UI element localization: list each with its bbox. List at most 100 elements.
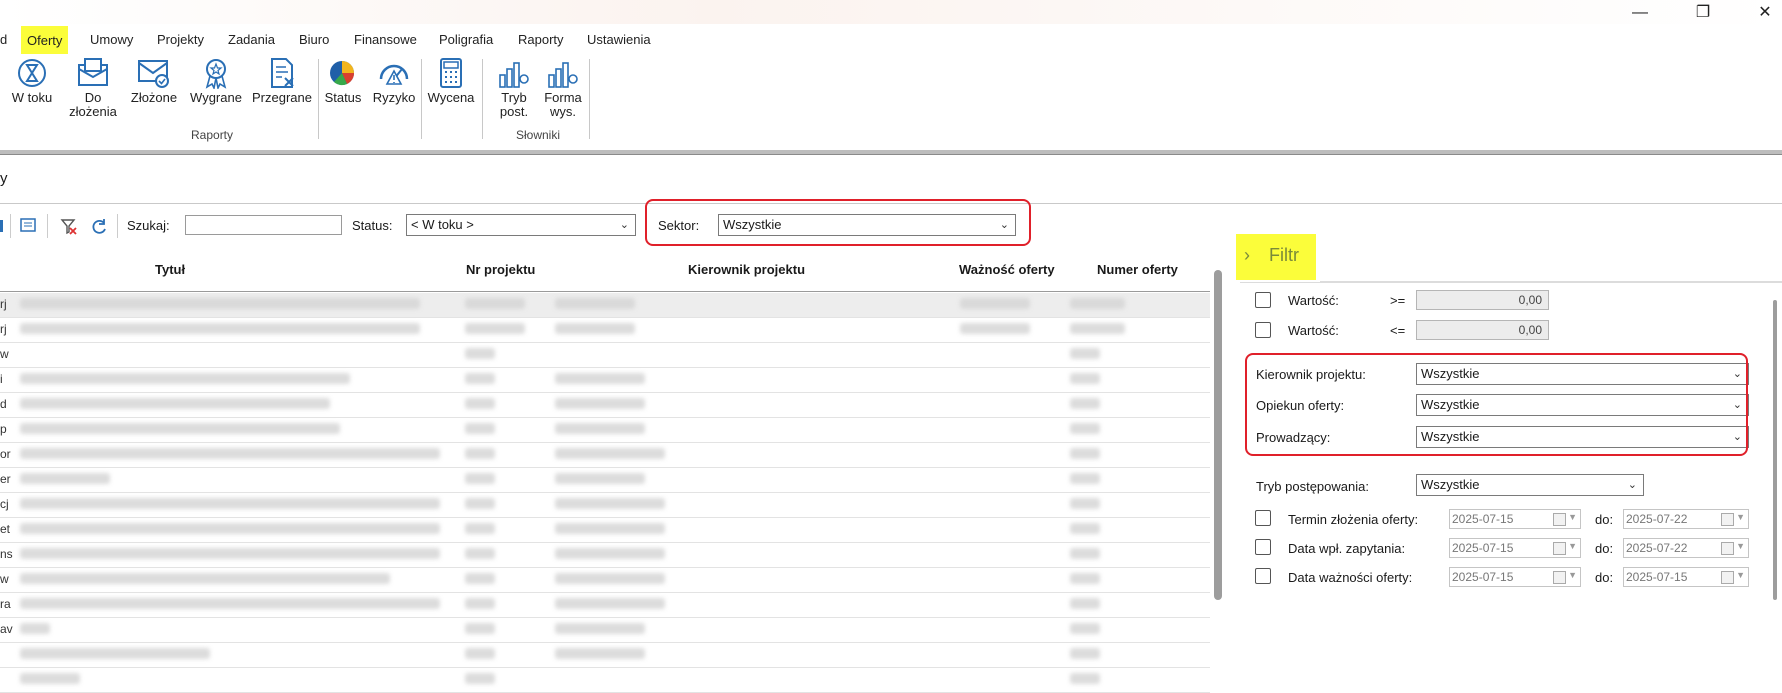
chevron-down-icon: ⌄ xyxy=(619,219,629,231)
status-label: Status: xyxy=(352,218,393,233)
chevron-down-icon: ▼ xyxy=(1736,541,1745,551)
menu-item-finansowe[interactable]: Finansowe xyxy=(354,30,417,50)
wartosc-max-input[interactable]: 0,00 xyxy=(1416,320,1549,340)
wartosc-min-checkbox[interactable] xyxy=(1255,292,1271,308)
table-cell-prefix: d xyxy=(0,397,7,411)
refresh-icon[interactable] xyxy=(90,218,108,236)
table-row[interactable]: p xyxy=(0,418,1210,443)
chevron-down-icon: ▼ xyxy=(1568,570,1577,580)
clear-filter-icon[interactable] xyxy=(60,218,78,236)
filter-header[interactable]: › Filtr xyxy=(1236,234,1316,280)
table-cell-redacted xyxy=(555,548,665,559)
data-waz-from-date[interactable]: 2025-07-15 ▼ xyxy=(1449,567,1581,587)
table-row[interactable]: or xyxy=(0,443,1210,468)
table-cell-prefix: rj xyxy=(0,297,7,311)
export-icon[interactable] xyxy=(20,218,38,234)
table-cell-redacted xyxy=(1070,498,1100,509)
termin-from-date[interactable]: 2025-07-15 ▼ xyxy=(1449,509,1581,529)
le-label: <= xyxy=(1390,323,1406,338)
menu-item-partial[interactable]: d xyxy=(0,30,7,50)
table-row[interactable]: d xyxy=(0,393,1210,418)
wartosc-min-input[interactable]: 0,00 xyxy=(1416,290,1549,310)
close-button[interactable]: ✕ xyxy=(1750,2,1780,24)
table-row[interactable]: et xyxy=(0,518,1210,543)
termin-checkbox[interactable] xyxy=(1255,510,1271,526)
table-row[interactable] xyxy=(0,668,1210,693)
przegrane-button[interactable]: Przegrane xyxy=(251,57,313,105)
maximize-button[interactable]: ❐ xyxy=(1688,2,1718,24)
menu-item-poligrafia[interactable]: Poligrafia xyxy=(439,30,493,50)
data-wpl-checkbox[interactable] xyxy=(1255,539,1271,555)
column-header-numer-oferty[interactable]: Numer oferty xyxy=(1097,262,1178,277)
table-cell-redacted xyxy=(20,523,440,534)
document-x-icon xyxy=(271,58,294,88)
toolbar-separator xyxy=(117,214,118,238)
grid-icon[interactable] xyxy=(0,218,4,234)
wycena-button[interactable]: Wycena xyxy=(426,57,476,105)
table-row[interactable]: er xyxy=(0,468,1210,493)
table-cell-redacted xyxy=(20,373,350,384)
menu-item-raporty[interactable]: Raporty xyxy=(518,30,564,50)
table-row[interactable] xyxy=(0,643,1210,668)
data-waz-to-date[interactable]: 2025-07-15 ▼ xyxy=(1623,567,1749,587)
w-toku-button[interactable]: W toku xyxy=(10,57,54,105)
table-cell-redacted xyxy=(1070,673,1100,684)
table-row[interactable]: w xyxy=(0,568,1210,593)
table-cell-redacted xyxy=(465,473,495,484)
wartosc-max-checkbox[interactable] xyxy=(1255,322,1271,338)
data-waznosci-checkbox[interactable] xyxy=(1255,568,1271,584)
column-header-nr-projektu[interactable]: Nr projektu xyxy=(466,262,535,277)
termin-to-date[interactable]: 2025-07-22 ▼ xyxy=(1623,509,1749,529)
tryb-select[interactable]: Wszystkie ⌄ xyxy=(1416,474,1644,496)
menu-item-ustawienia[interactable]: Ustawienia xyxy=(587,30,651,50)
column-header-kierownik[interactable]: Kierownik projektu xyxy=(688,262,805,277)
table-cell-redacted xyxy=(1070,573,1100,584)
column-header-tytul[interactable]: Tytuł xyxy=(155,262,185,277)
table-cell-redacted xyxy=(555,623,645,634)
table-cell-prefix: w xyxy=(0,572,9,586)
data-wpl-from-date[interactable]: 2025-07-15 ▼ xyxy=(1449,538,1581,558)
filter-scrollbar[interactable] xyxy=(1773,300,1777,600)
menu-item-projekty[interactable]: Projekty xyxy=(157,30,204,50)
table-cell-redacted xyxy=(465,423,495,434)
status-button[interactable]: Status xyxy=(322,57,364,105)
table-row[interactable]: rj xyxy=(0,318,1210,343)
table-cell-redacted xyxy=(465,598,495,609)
zlozone-button[interactable]: Złożone xyxy=(129,57,179,105)
do-zlozenia-button[interactable]: Do złożenia xyxy=(68,57,118,119)
menu-item-oferty[interactable]: Oferty xyxy=(21,26,69,54)
wygrane-button[interactable]: Wygrane xyxy=(188,57,244,105)
column-header-waznosc[interactable]: Ważność oferty xyxy=(959,262,1055,277)
forma-wys-button[interactable]: Forma wys. xyxy=(540,57,586,119)
menu-item-biuro[interactable]: Biuro xyxy=(299,30,329,50)
table-cell-prefix: rj xyxy=(0,322,7,336)
table-cell-redacted xyxy=(1070,473,1100,484)
status-select[interactable]: < W toku > ⌄ xyxy=(406,214,636,236)
table-cell-prefix: cj xyxy=(0,497,9,511)
title-bar: — ❐ ✕ xyxy=(0,0,1782,24)
table-row[interactable]: w xyxy=(0,343,1210,368)
menu-item-umowy[interactable]: Umowy xyxy=(90,30,133,50)
ryzyko-button[interactable]: Ryzyko xyxy=(370,57,418,105)
table-row[interactable]: cj xyxy=(0,493,1210,518)
table-cell-redacted xyxy=(20,673,80,684)
table-cell-redacted xyxy=(1070,423,1100,434)
data-wpl-to-date[interactable]: 2025-07-22 ▼ xyxy=(1623,538,1749,558)
table-row[interactable]: rj xyxy=(0,293,1210,318)
chevron-down-icon: ▼ xyxy=(1736,512,1745,522)
tryb-post-button[interactable]: Tryb post. xyxy=(492,57,536,119)
menu-item-zadania[interactable]: Zadania xyxy=(228,30,275,50)
table-cell-redacted xyxy=(20,598,440,609)
search-input[interactable] xyxy=(185,215,342,235)
table-row[interactable]: ra xyxy=(0,593,1210,618)
table-row[interactable]: av xyxy=(0,618,1210,643)
ribbon-separator xyxy=(482,59,483,139)
table-cell-redacted xyxy=(465,573,495,584)
calendar-icon xyxy=(1553,513,1566,526)
grid-scrollbar[interactable] xyxy=(1214,270,1222,600)
table-cell-redacted xyxy=(1070,373,1100,384)
table-cell-prefix: et xyxy=(0,522,11,536)
table-row[interactable]: i xyxy=(0,368,1210,393)
minimize-button[interactable]: — xyxy=(1625,2,1655,24)
table-row[interactable]: ns xyxy=(0,543,1210,568)
